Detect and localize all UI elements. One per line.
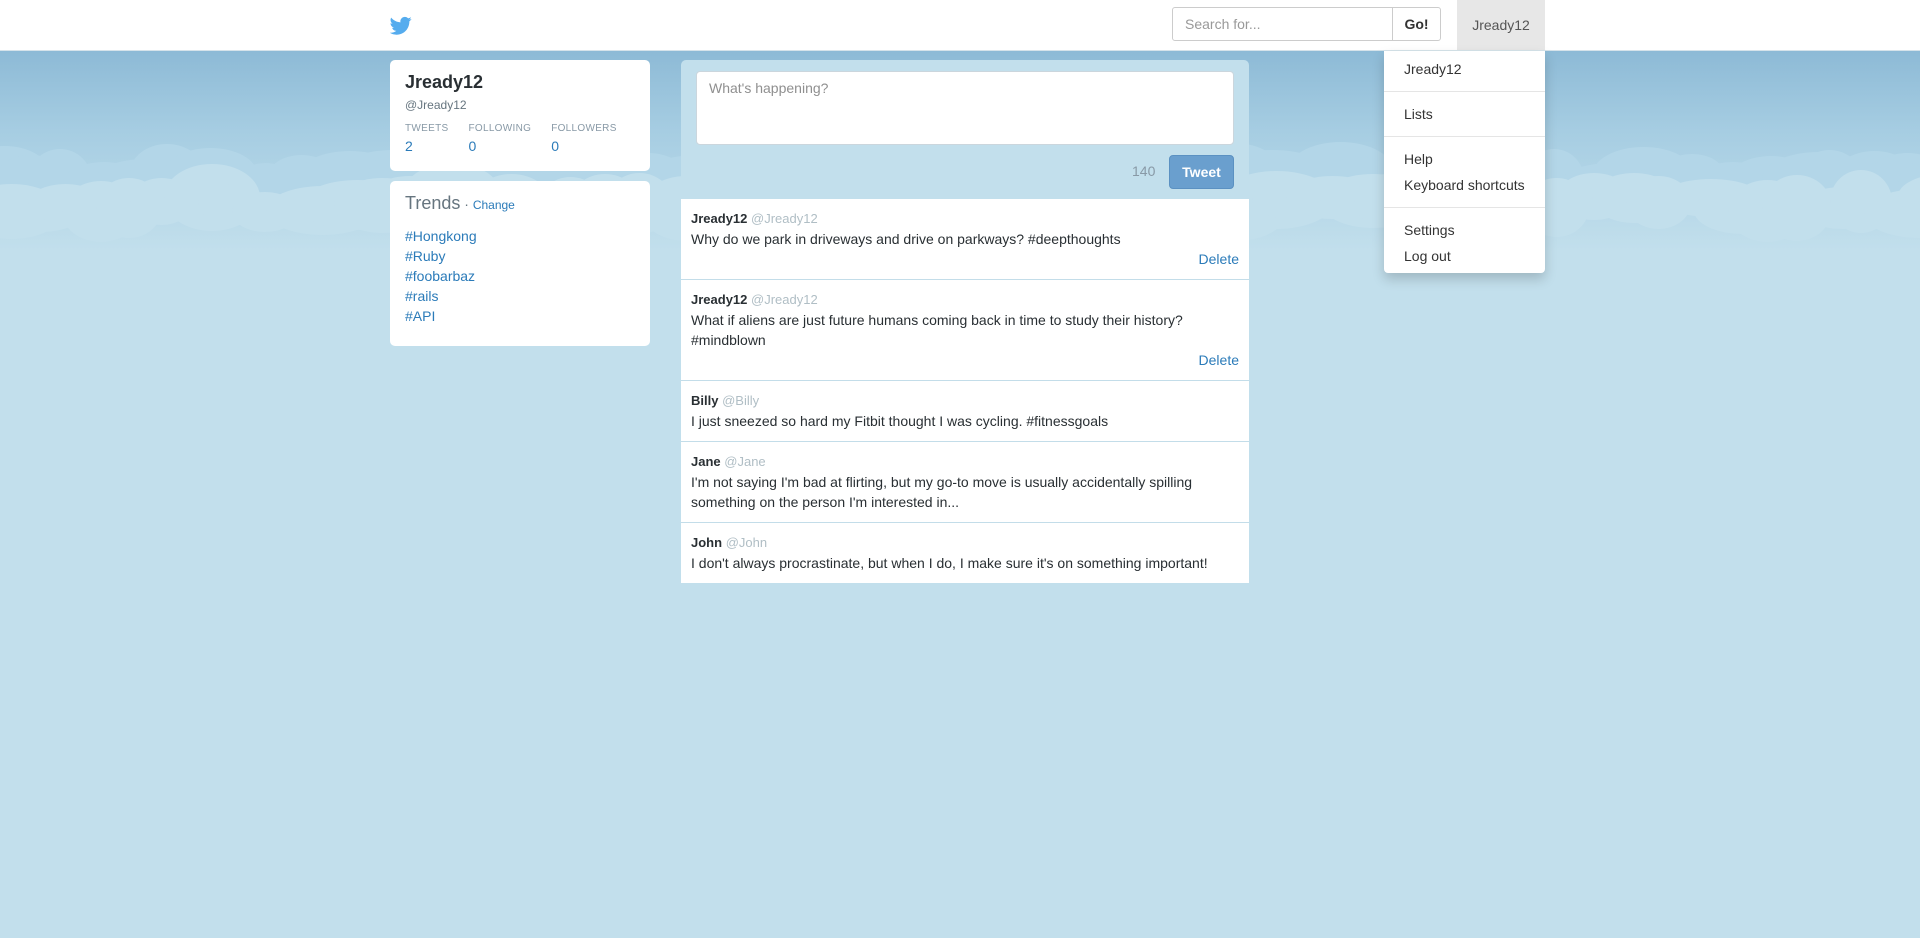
tweet-button[interactable]: Tweet xyxy=(1169,155,1234,189)
trend-list: #Hongkong #Ruby #foobarbaz #rails #API xyxy=(405,226,635,326)
tweet-author-handle[interactable]: @Billy xyxy=(722,393,759,408)
menu-item-profile[interactable]: Jready12 xyxy=(1384,56,1545,82)
delete-tweet-link[interactable]: Delete xyxy=(691,249,1239,269)
tweet-item: John @John I don't always procrastinate,… xyxy=(681,523,1249,583)
tweet-header: John @John xyxy=(691,533,1239,553)
tweet-header: Jready12 @Jready12 xyxy=(691,290,1239,310)
trend-link[interactable]: #Ruby xyxy=(405,246,635,266)
stat-label: FOLLOWING xyxy=(468,123,532,134)
stat-label: TWEETS xyxy=(405,123,449,134)
menu-item-help[interactable]: Help xyxy=(1384,146,1545,172)
tweet-feed: Jready12 @Jready12 Why do we park in dri… xyxy=(681,199,1249,583)
navbar: Go! Jready12 xyxy=(0,0,1920,51)
tweet-author-handle[interactable]: @Jready12 xyxy=(751,211,818,226)
tweet-author-name[interactable]: Jready12 xyxy=(691,292,747,307)
twitter-bird-icon[interactable] xyxy=(390,16,412,36)
stat-tweets[interactable]: TWEETS 2 xyxy=(405,123,448,154)
tweet-text: What if aliens are just future humans co… xyxy=(691,312,1183,348)
tweet-header: Jane @Jane xyxy=(691,452,1239,472)
profile-card: Jready12 @Jready12 TWEETS 2 FOLLOWING 0 … xyxy=(390,60,650,171)
tweet-author-name[interactable]: Jready12 xyxy=(691,211,747,226)
trends-title: Trends xyxy=(405,193,461,213)
compose-textarea[interactable] xyxy=(696,71,1234,145)
tweet-author-handle[interactable]: @Jready12 xyxy=(751,292,818,307)
tweet-header: Jready12 @Jready12 xyxy=(691,209,1239,229)
stat-value: 2 xyxy=(405,138,413,154)
tweet-author-name[interactable]: Jane xyxy=(691,454,721,469)
search-input[interactable] xyxy=(1172,7,1393,41)
menu-item-settings[interactable]: Settings xyxy=(1384,217,1545,243)
trends-header: Trends · Change xyxy=(405,193,635,214)
go-button[interactable]: Go! xyxy=(1392,7,1441,41)
tweet-item: Jready12 @Jready12 Why do we park in dri… xyxy=(681,199,1249,280)
tweet-author-handle[interactable]: @John xyxy=(726,535,767,550)
tweet-author-handle[interactable]: @Jane xyxy=(724,454,765,469)
trend-link[interactable]: #rails xyxy=(405,286,635,306)
menu-item-keyboard-shortcuts[interactable]: Keyboard shortcuts xyxy=(1384,172,1545,198)
tweet-author-name[interactable]: Billy xyxy=(691,393,718,408)
stat-value: 0 xyxy=(468,138,477,154)
profile-name[interactable]: Jready12 xyxy=(405,72,635,93)
menu-divider xyxy=(1384,136,1545,137)
tweet-author-name[interactable]: John xyxy=(691,535,722,550)
user-menu-toggle[interactable]: Jready12 xyxy=(1457,0,1545,50)
compose-panel xyxy=(681,60,1249,199)
trends-change-link[interactable]: Change xyxy=(473,198,515,212)
char-count: 140 xyxy=(1132,163,1156,179)
stat-label: FOLLOWERS xyxy=(551,123,617,134)
tweet-item: Billy @Billy I just sneezed so hard my F… xyxy=(681,381,1249,442)
tweet-item: Jane @Jane I'm not saying I'm bad at fli… xyxy=(681,442,1249,523)
trend-link[interactable]: #foobarbaz xyxy=(405,266,635,286)
stat-value: 0 xyxy=(551,138,559,154)
tweet-item: Jready12 @Jready12 What if aliens are ju… xyxy=(681,280,1249,381)
profile-handle: @Jready12 xyxy=(405,98,467,112)
trend-link[interactable]: #Hongkong xyxy=(405,226,635,246)
tweet-text: I just sneezed so hard my Fitbit thought… xyxy=(691,413,1109,429)
tweet-text: I don't always procrastinate, but when I… xyxy=(691,555,1208,571)
user-menu-label: Jready12 xyxy=(1472,17,1530,33)
stat-following[interactable]: FOLLOWING 0 xyxy=(468,123,531,154)
tweet-text: Why do we park in driveways and drive on… xyxy=(691,231,1121,247)
delete-tweet-link[interactable]: Delete xyxy=(691,350,1239,370)
tweet-text: I'm not saying I'm bad at flirting, but … xyxy=(691,474,1193,510)
trend-link[interactable]: #API xyxy=(405,306,635,326)
menu-item-lists[interactable]: Lists xyxy=(1384,101,1545,127)
trends-card: Trends · Change #Hongkong #Ruby #foobarb… xyxy=(390,181,650,346)
stat-followers[interactable]: FOLLOWERS 0 xyxy=(551,123,617,154)
menu-divider xyxy=(1384,207,1545,208)
tweet-header: Billy @Billy xyxy=(691,391,1239,411)
profile-stats: TWEETS 2 FOLLOWING 0 FOLLOWERS 0 xyxy=(405,123,635,154)
trends-separator: · xyxy=(464,196,469,212)
menu-divider xyxy=(1384,91,1545,92)
user-dropdown-menu: Jready12 Lists Help Keyboard shortcuts S… xyxy=(1384,51,1545,273)
menu-item-log-out[interactable]: Log out xyxy=(1384,243,1545,269)
